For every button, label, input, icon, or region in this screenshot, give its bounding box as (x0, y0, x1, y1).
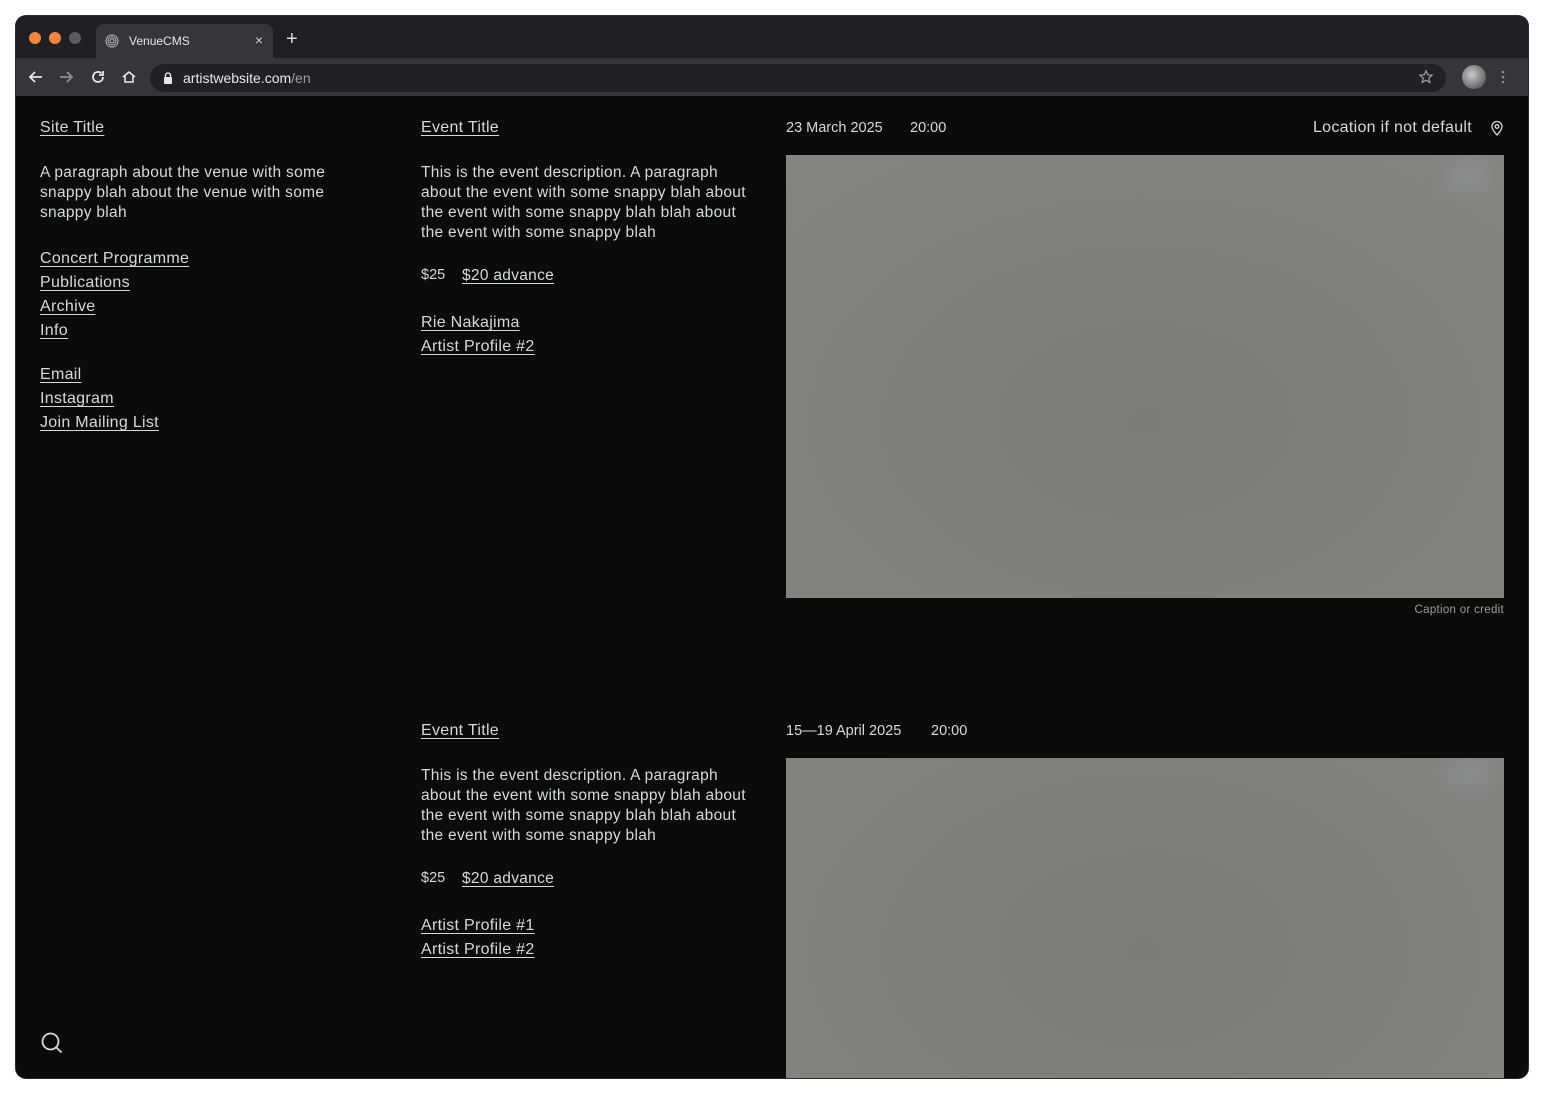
event-date: 15—19 April 2025 (786, 723, 902, 739)
address-bar[interactable]: artistwebsite.com/en (150, 64, 1446, 92)
forward-icon[interactable] (56, 67, 76, 87)
nav-concert-programme[interactable]: Concert Programme (40, 247, 189, 271)
event-price: $25 (421, 267, 446, 283)
artist-link[interactable]: Artist Profile #2 (421, 335, 535, 359)
site-title-link[interactable]: Site Title (40, 119, 104, 137)
url-text: artistwebsite.com/en (183, 70, 311, 86)
nav-info[interactable]: Info (40, 319, 189, 343)
location-pin-icon (1491, 120, 1503, 136)
new-tab-button[interactable]: + (286, 29, 298, 49)
advance-ticket-link[interactable]: $20 advance (462, 267, 554, 285)
lock-icon (164, 72, 172, 84)
event-location: Location if not default (1312, 119, 1472, 136)
image-caption: Caption or credit (1414, 604, 1504, 616)
event-image[interactable]: Caption or credit (786, 155, 1504, 616)
tab-title: VenueCMS (129, 34, 190, 48)
artist-link[interactable]: Rie Nakajima (421, 311, 535, 335)
event-title-link[interactable]: Event Title (421, 722, 499, 740)
nav-archive[interactable]: Archive (40, 295, 189, 319)
browser-window: VenueCMS × + artistwebsite.com/en Site T… (16, 16, 1528, 1078)
instagram-link[interactable]: Instagram (40, 387, 159, 411)
maximize-window-button[interactable] (69, 32, 81, 44)
artist-link[interactable]: Artist Profile #2 (421, 938, 535, 962)
close-tab-icon[interactable]: × (255, 32, 263, 48)
profile-avatar[interactable] (1462, 65, 1486, 89)
main-nav: Concert Programme Publications Archive I… (40, 247, 189, 343)
event-artists: Artist Profile #1 Artist Profile #2 (421, 914, 535, 962)
event-price: $25 (421, 870, 446, 886)
event-artists: Rie Nakajima Artist Profile #2 (421, 311, 535, 359)
event-title-link[interactable]: Event Title (421, 119, 499, 137)
browser-tab[interactable]: VenueCMS × (96, 24, 273, 58)
url-path: /en (291, 70, 311, 86)
reload-icon[interactable] (88, 67, 108, 87)
browser-menu-icon[interactable] (1501, 69, 1505, 85)
mailing-list-link[interactable]: Join Mailing List (40, 411, 159, 435)
event-description: This is the event description. A paragra… (421, 767, 746, 844)
event-date: 23 March 2025 (786, 120, 883, 136)
email-link[interactable]: Email (40, 363, 159, 387)
advance-ticket-link[interactable]: $20 advance (462, 870, 554, 888)
venue-description: A paragraph about the venue with some sn… (40, 164, 326, 221)
event-time: 20:00 (910, 120, 947, 136)
favicon-icon (105, 34, 119, 48)
browser-toolbar: artistwebsite.com/en (16, 58, 1528, 96)
bookmark-star-icon[interactable] (1418, 69, 1434, 85)
page-content: Site Title A paragraph about the venue w… (16, 96, 1528, 1078)
close-window-button[interactable] (29, 32, 41, 44)
back-icon[interactable] (26, 67, 46, 87)
event-time: 20:00 (931, 723, 968, 739)
nav-publications[interactable]: Publications (40, 271, 189, 295)
url-host: artistwebsite.com (183, 70, 292, 86)
home-icon[interactable] (119, 67, 139, 87)
tab-bar: VenueCMS × + (16, 16, 1528, 58)
event-description: This is the event description. A paragra… (421, 164, 746, 241)
artist-link[interactable]: Artist Profile #1 (421, 914, 535, 938)
search-icon[interactable] (40, 1031, 64, 1055)
minimize-window-button[interactable] (49, 32, 61, 44)
event-image[interactable] (786, 758, 1504, 1078)
social-links: Email Instagram Join Mailing List (40, 363, 159, 435)
